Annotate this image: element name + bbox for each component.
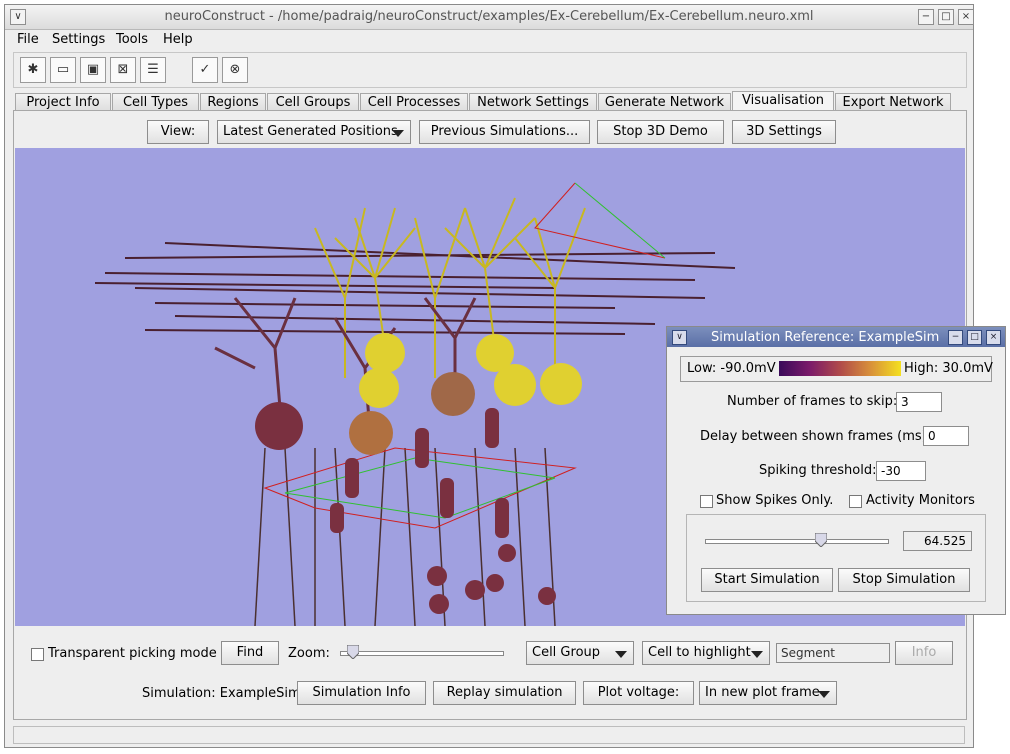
playback-panel: 64.525 Start Simulation Stop Simulation — [686, 514, 986, 602]
frames-skip-input[interactable]: 3 — [896, 392, 942, 412]
menu-bar: File Settings Tools Help — [5, 30, 973, 50]
window-title: neuroConstruct - /home/padraig/neuroCons… — [164, 9, 814, 24]
delay-label: Delay between shown frames (ms): — [700, 429, 932, 444]
simulation-name-label: Simulation: ExampleSim — [142, 686, 301, 701]
close-project-icon[interactable]: ⊠ — [110, 57, 136, 83]
activity-monitors-checkbox[interactable] — [849, 495, 862, 508]
tab-bar: Project Info Cell Types Regions Cell Gro… — [13, 91, 965, 112]
cell-highlight-value: Cell to highlight — [648, 645, 751, 660]
maximize-icon[interactable]: □ — [938, 9, 954, 25]
time-slider[interactable] — [705, 539, 889, 544]
tab-cell-processes[interactable]: Cell Processes — [360, 93, 468, 111]
tab-cell-types[interactable]: Cell Types — [112, 93, 199, 111]
connections-green — [284, 182, 666, 519]
tab-regions[interactable]: Regions — [200, 93, 266, 111]
preferences-icon[interactable]: ☰ — [140, 57, 166, 83]
3d-settings-button[interactable]: 3D Settings — [732, 120, 836, 144]
activity-monitors-label: Activity Monitors — [866, 493, 975, 508]
validity-check-icon[interactable]: ✓ — [192, 57, 218, 83]
minimize-icon[interactable]: − — [918, 9, 934, 25]
low-voltage-label: Low: -90.0mV — [687, 361, 776, 376]
transparent-picking-checkbox[interactable] — [31, 648, 44, 661]
menu-tools[interactable]: Tools — [116, 32, 148, 47]
plot-target-value: In new plot frame — [705, 685, 820, 700]
stop-simulation-button[interactable]: Stop Simulation — [838, 568, 970, 592]
info-button[interactable]: Info — [895, 641, 953, 665]
voltage-legend: Low: -90.0mV High: 30.0mV — [680, 356, 993, 382]
title-bar: ∨ neuroConstruct - /home/padraig/neuroCo… — [5, 5, 974, 30]
threshold-label: Spiking threshold: — [759, 463, 877, 478]
simulation-info-button[interactable]: Simulation Info — [297, 681, 426, 705]
status-bar — [13, 726, 965, 744]
view-select-value: Latest Generated Positions — [223, 124, 398, 139]
time-value: 64.525 — [903, 531, 972, 551]
zoom-slider[interactable] — [340, 651, 504, 656]
show-spikes-label: Show Spikes Only. — [716, 493, 834, 508]
transparent-picking-label: Transparent picking mode — [48, 646, 217, 661]
maximize-icon[interactable]: □ — [967, 330, 982, 345]
tab-generate-network[interactable]: Generate Network — [598, 93, 731, 111]
chevron-down-icon — [751, 651, 763, 658]
view-controls: View: Latest Generated Positions Previou… — [14, 111, 966, 151]
voltage-colormap — [779, 361, 901, 376]
sim-window-title: Simulation Reference: ExampleSim — [711, 330, 940, 345]
simulation-reference-window: ∨ Simulation Reference: ExampleSim − □ ×… — [666, 326, 1006, 615]
cell-somata — [255, 333, 582, 614]
plot-target-select[interactable]: In new plot frame — [699, 681, 837, 705]
cell-group-value: Cell Group — [532, 645, 601, 660]
tab-visualisation[interactable]: Visualisation — [732, 91, 834, 112]
toolbar: ✱ ▭ ▣ ⊠ ☰ ✓ ⊗ — [13, 52, 967, 88]
frames-skip-label: Number of frames to skip: — [727, 394, 898, 409]
new-project-icon[interactable]: ✱ — [20, 57, 46, 83]
delay-input[interactable]: 0 — [923, 426, 969, 446]
view-select[interactable]: Latest Generated Positions — [217, 120, 411, 144]
cell-highlight-select[interactable]: Cell to highlight — [642, 641, 770, 665]
replay-simulation-button[interactable]: Replay simulation — [433, 681, 576, 705]
start-simulation-button[interactable]: Start Simulation — [701, 568, 833, 592]
parallel-fibers — [94, 242, 736, 335]
window-menu-icon[interactable]: ∨ — [672, 330, 687, 345]
axons — [254, 447, 556, 626]
menu-settings[interactable]: Settings — [52, 32, 105, 47]
zoom-slider-thumb[interactable] — [346, 644, 360, 660]
close-icon[interactable]: × — [986, 330, 1001, 345]
tab-export-network[interactable]: Export Network — [835, 93, 951, 111]
find-button[interactable]: Find — [221, 641, 279, 665]
show-spikes-checkbox[interactable] — [700, 495, 713, 508]
close-icon[interactable]: × — [958, 9, 974, 25]
threshold-input[interactable]: -30 — [876, 461, 926, 481]
high-voltage-label: High: 30.0mV — [904, 361, 993, 376]
previous-simulations-button[interactable]: Previous Simulations... — [419, 120, 590, 144]
time-slider-thumb[interactable] — [814, 532, 828, 548]
cell-group-select[interactable]: Cell Group — [526, 641, 634, 665]
menu-help[interactable]: Help — [163, 32, 193, 47]
chevron-down-icon — [615, 651, 627, 658]
connections-red — [263, 182, 666, 529]
chevron-down-icon — [818, 691, 830, 698]
chevron-down-icon — [392, 130, 404, 137]
sim-window-title-bar: ∨ Simulation Reference: ExampleSim − □ × — [667, 327, 1005, 347]
tab-network-settings[interactable]: Network Settings — [469, 93, 597, 111]
save-project-icon[interactable]: ▣ — [80, 57, 106, 83]
stop-3d-demo-button[interactable]: Stop 3D Demo — [597, 120, 724, 144]
view-label-button[interactable]: View: — [147, 120, 209, 144]
menu-file[interactable]: File — [17, 32, 39, 47]
minimize-icon[interactable]: − — [948, 330, 963, 345]
tab-project-info[interactable]: Project Info — [15, 93, 111, 111]
zoom-label: Zoom: — [288, 646, 330, 661]
open-project-icon[interactable]: ▭ — [50, 57, 76, 83]
tab-cell-groups[interactable]: Cell Groups — [267, 93, 359, 111]
segment-field[interactable]: Segment — [776, 643, 890, 663]
plot-voltage-button[interactable]: Plot voltage: — [583, 681, 694, 705]
exit-icon[interactable]: ⊗ — [222, 57, 248, 83]
